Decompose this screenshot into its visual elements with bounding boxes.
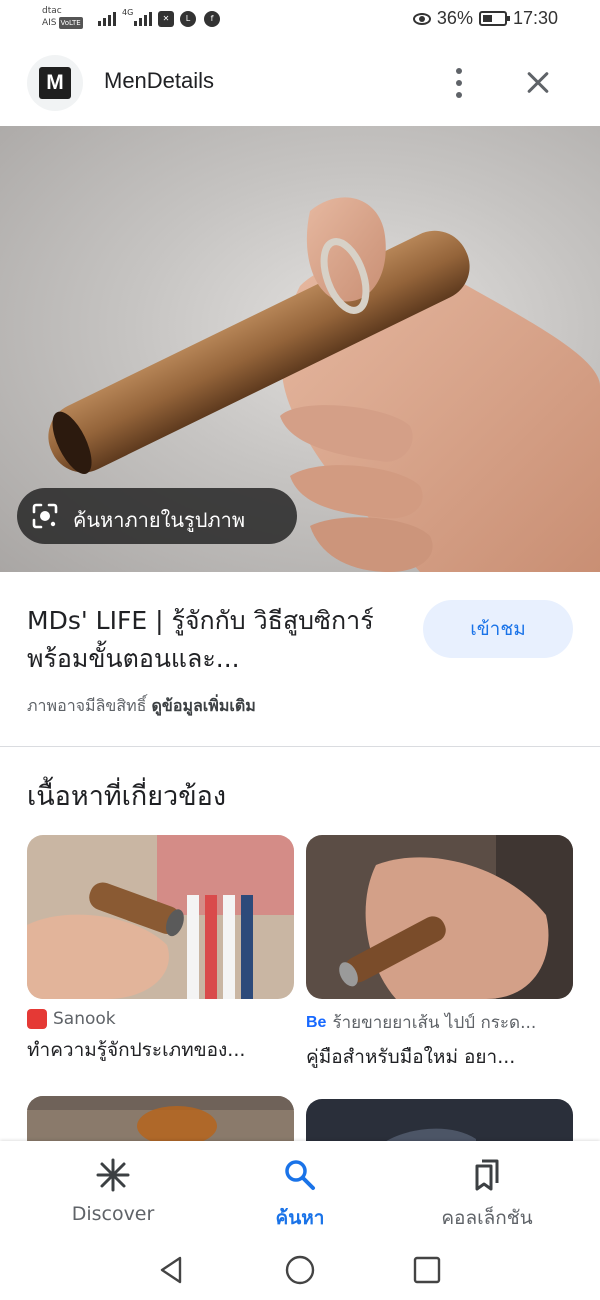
- related-card[interactable]: Be ร้ายขายยาเส้น ไปป์ กระด... คู่มือสำหร…: [306, 835, 573, 1072]
- notification-icon: ✕: [158, 11, 174, 27]
- related-card[interactable]: Sanook ทำความรู้จักประเภทของ...: [27, 835, 294, 1065]
- status-bar: dtac AIS VoLTE 4G ✕ L f 36% 17:30: [0, 0, 600, 40]
- search-in-image-button[interactable]: ค้นหาภายในรูปภาพ: [17, 488, 297, 544]
- more-info-link[interactable]: ดูข้อมูลเพิ่มเติม: [152, 696, 256, 715]
- nav-search-label: ค้นหา: [275, 1207, 325, 1229]
- nav-discover-label: Discover: [71, 1203, 155, 1225]
- nav-collections-label: คอลเล็กชัน: [441, 1207, 533, 1229]
- back-icon[interactable]: [154, 1252, 190, 1288]
- result-title[interactable]: MDs' LIFE | รู้จักกับ วิธีสูบซิการ์ พร้อ…: [27, 602, 397, 678]
- battery-percent: 36%: [436, 8, 473, 28]
- discover-icon: [96, 1158, 130, 1192]
- related-heading: เนื้อหาที่เกี่ยวข้อง: [27, 781, 227, 812]
- line-icon: L: [180, 11, 196, 27]
- battery-icon: [478, 11, 510, 26]
- related-image[interactable]: [306, 835, 573, 999]
- copyright-note: ภาพอาจมีลิขสิทธิ์: [27, 696, 147, 715]
- site-logo[interactable]: M: [27, 55, 83, 111]
- card-source-name: ร้ายขายยาเส้น ไปป์ กระด...: [332, 1013, 537, 1033]
- bottom-navigation: Discover ค้นหา คอลเล็กชัน: [0, 1141, 600, 1240]
- carrier-label: dtac AIS VoLTE: [42, 5, 83, 29]
- signal-icon-2: [134, 12, 152, 26]
- hero-image[interactable]: ค้นหาภายในรูปภาพ: [0, 126, 600, 572]
- nav-search[interactable]: ค้นหา: [200, 1141, 400, 1240]
- recents-icon[interactable]: [409, 1252, 445, 1288]
- close-button[interactable]: [520, 64, 556, 100]
- visit-button[interactable]: เข้าชม: [423, 600, 573, 658]
- card-title[interactable]: คู่มือสำหรับมือใหม่ อยา...: [306, 1042, 573, 1072]
- site-logo-letter: M: [39, 67, 71, 99]
- collections-icon: [475, 1159, 499, 1191]
- signal-icon: [98, 12, 116, 26]
- copyright-line: ภาพอาจมีลิขสิทธิ์ ดูข้อมูลเพิ่มเติม: [27, 694, 256, 719]
- carrier-bottom: AIS: [42, 18, 57, 28]
- sanook-icon: [27, 1009, 47, 1029]
- site-name[interactable]: MenDetails: [104, 68, 214, 94]
- divider: [0, 746, 600, 747]
- network-type: 4G: [122, 8, 134, 17]
- volte-badge: VoLTE: [58, 17, 83, 29]
- card-source: Be ร้ายขายยาเส้น ไปป์ กระด...: [306, 1009, 573, 1036]
- eye-comfort-icon: [412, 12, 431, 25]
- facebook-icon: f: [204, 11, 220, 27]
- lens-icon: [32, 503, 58, 529]
- card-source-name: Sanook: [53, 1009, 116, 1029]
- search-in-image-label: ค้นหาภายในรูปภาพ: [73, 508, 246, 532]
- more-dot-icon: [456, 68, 462, 74]
- related-image[interactable]: [27, 835, 294, 999]
- clock: 17:30: [512, 8, 558, 28]
- more-options-button[interactable]: [444, 62, 474, 104]
- system-navigation: [0, 1240, 600, 1300]
- nav-collections[interactable]: คอลเล็กชัน: [387, 1141, 587, 1240]
- app-header: M MenDetails: [0, 40, 600, 126]
- search-icon: [285, 1160, 315, 1190]
- carrier-top: dtac: [42, 6, 62, 16]
- nav-discover[interactable]: Discover: [13, 1141, 213, 1240]
- card-title[interactable]: ทำความรู้จักประเภทของ...: [27, 1035, 294, 1065]
- behance-icon: Be: [306, 1013, 327, 1031]
- card-source: Sanook: [27, 1009, 294, 1029]
- home-icon[interactable]: [282, 1252, 318, 1288]
